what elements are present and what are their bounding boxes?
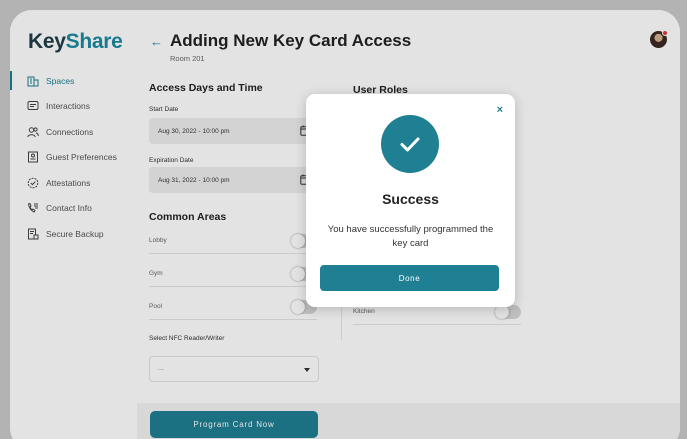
dialog-title: Success [382, 191, 439, 207]
dialog-message: You have successfully programmed the key… [327, 224, 494, 249]
success-dialog: × Success You have successfully programm… [306, 94, 515, 307]
success-check-icon [381, 115, 439, 173]
done-button[interactable]: Done [320, 265, 499, 291]
close-icon[interactable]: × [497, 104, 503, 116]
